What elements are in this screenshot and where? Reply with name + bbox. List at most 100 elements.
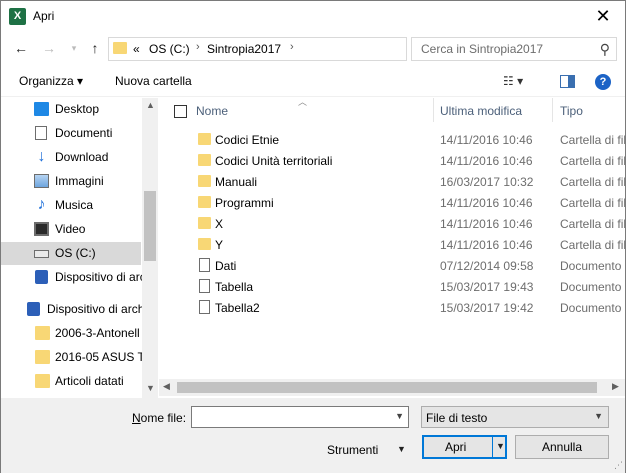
nav-item-folder[interactable]: 2016-05 ASUS Tr — [1, 346, 148, 369]
file-date: 15/03/2017 19:43 — [440, 280, 534, 294]
nav-item-pictures[interactable]: Immagini — [1, 170, 141, 193]
recent-locations-icon[interactable]: ▾ — [64, 38, 84, 58]
search-icon[interactable]: ⚲ — [600, 41, 610, 58]
search-input[interactable]: Cerca in Sintropia2017 — [421, 42, 543, 56]
select-all-checkbox[interactable] — [174, 105, 187, 118]
file-name: Tabella — [215, 280, 254, 294]
split-divider — [492, 437, 493, 457]
open-dialog: X Apri ✕ ← → ▾ ↑ « OS (C:) › Sintropia20… — [0, 0, 626, 473]
folder-icon — [113, 42, 127, 54]
new-folder-button[interactable]: Nuova cartella — [115, 74, 192, 88]
cancel-button[interactable]: Annulla — [515, 435, 609, 459]
nav-item-music[interactable]: ♪ Musica — [1, 194, 141, 217]
help-icon[interactable]: ? — [595, 74, 611, 90]
filetype-value: File di testo — [426, 411, 488, 425]
file-type: Cartella di fil — [560, 238, 625, 252]
folder-icon — [198, 196, 211, 208]
file-date: 14/11/2016 10:46 — [440, 196, 533, 210]
filename-field[interactable]: ▼ — [191, 406, 409, 428]
resize-grip-icon[interactable]: ⋰ — [614, 460, 623, 471]
breadcrumb-drive[interactable]: OS (C:) — [149, 42, 190, 56]
file-type: Cartella di fil — [560, 196, 625, 210]
nav-item-network-device[interactable]: Dispositivo di arc — [1, 266, 146, 289]
nav-item-label: Download — [55, 150, 109, 164]
nav-item-label: Dispositivo di arch — [47, 302, 145, 316]
breadcrumb-chevron-icon[interactable]: › — [196, 41, 200, 53]
horizontal-scrollbar[interactable]: ◀ ▶ — [159, 379, 625, 396]
breadcrumb-folder[interactable]: Sintropia2017 — [207, 42, 281, 56]
nav-item-label: Musica — [55, 198, 94, 212]
chevron-down-icon: ▼ — [594, 411, 603, 421]
nav-item-network-device-root[interactable]: Dispositivo di arch — [1, 298, 145, 321]
search-box[interactable]: Cerca in Sintropia2017 ⚲ — [411, 37, 617, 61]
scrollbar-thumb[interactable] — [144, 191, 156, 261]
nav-item-documents[interactable]: Documenti — [1, 122, 141, 145]
nav-item-downloads[interactable]: ↓ Download — [1, 146, 141, 169]
scroll-up-icon[interactable]: ▲ — [146, 100, 155, 110]
address-bar[interactable]: « OS (C:) › Sintropia2017 › ∨ ↻ — [108, 37, 503, 61]
chevron-down-icon[interactable]: ▼ — [496, 441, 505, 451]
back-arrow-icon[interactable]: ← — [11, 38, 31, 58]
file-row[interactable]: Tabella 15/03/2017 19:43 Documento — [159, 276, 625, 297]
column-modified[interactable]: Ultima modifica — [440, 104, 522, 118]
nav-item-folder[interactable]: 2006-3-Antonell — [1, 322, 141, 345]
scroll-right-icon[interactable]: ▶ — [612, 381, 619, 392]
file-type: Documento — [560, 280, 622, 294]
breadcrumb-overflow[interactable]: « — [133, 42, 140, 56]
file-date: 07/12/2014 09:58 — [440, 259, 534, 273]
file-date: 14/11/2016 10:46 — [440, 154, 533, 168]
pictures-icon — [34, 174, 49, 188]
view-options-icon[interactable]: ☷ ▾ — [503, 74, 523, 88]
file-name: Programmi — [215, 196, 274, 210]
scrollbar-thumb[interactable] — [177, 382, 597, 393]
file-name: Codici Unità territoriali — [215, 154, 333, 168]
forward-arrow-icon[interactable]: → — [39, 38, 59, 58]
column-divider[interactable] — [552, 98, 553, 122]
window-title: Apri — [33, 9, 55, 23]
file-row[interactable]: Manuali 16/03/2017 10:32 Cartella di fil — [159, 171, 625, 192]
nav-item-label: Articoli datati — [55, 374, 124, 388]
nav-item-label: 2016-05 ASUS Tr — [55, 350, 149, 364]
network-drive-icon — [35, 270, 48, 284]
nav-item-label: Dispositivo di arc — [55, 270, 146, 284]
breadcrumb-chevron-icon[interactable]: › — [290, 41, 294, 53]
file-row[interactable]: Programmi 14/11/2016 10:46 Cartella di f… — [159, 192, 625, 213]
file-type: Cartella di fil — [560, 217, 625, 231]
up-arrow-icon[interactable]: ↑ — [85, 38, 105, 58]
folder-icon — [198, 238, 211, 250]
scroll-left-icon[interactable]: ◀ — [163, 381, 170, 392]
scroll-down-icon[interactable]: ▼ — [146, 383, 155, 393]
column-name[interactable]: Nome — [196, 104, 228, 118]
column-type[interactable]: Tipo — [560, 104, 583, 118]
close-button[interactable]: ✕ — [581, 1, 625, 32]
nav-item-desktop[interactable]: Desktop — [1, 98, 141, 121]
file-row[interactable]: Codici Etnie 14/11/2016 10:46 Cartella d… — [159, 129, 625, 150]
file-row[interactable]: Codici Unità territoriali 14/11/2016 10:… — [159, 150, 625, 171]
chevron-down-icon[interactable]: ▼ — [395, 411, 404, 421]
nav-item-label: Immagini — [55, 174, 104, 188]
open-button[interactable]: Apri ▼ — [422, 435, 507, 459]
organize-button[interactable]: Organizza ▾ — [19, 74, 83, 88]
nav-item-label: Desktop — [55, 102, 100, 116]
file-row[interactable]: Dati 07/12/2014 09:58 Documento — [159, 255, 625, 276]
chevron-down-icon: ▼ — [397, 444, 406, 454]
preview-pane-icon[interactable] — [560, 75, 575, 88]
file-row[interactable]: Tabella2 15/03/2017 19:42 Documento — [159, 297, 625, 318]
column-header: ︿ Nome Ultima modifica Tipo — [159, 98, 625, 124]
navigation-pane: Desktop Documenti ↓ Download Immagini ♪ … — [1, 98, 158, 398]
file-row[interactable]: Y 14/11/2016 10:46 Cartella di fil — [159, 234, 625, 255]
filetype-select[interactable]: File di testo ▼ — [421, 406, 609, 428]
excel-app-icon: X — [9, 8, 26, 25]
nav-item-video[interactable]: Video — [1, 218, 141, 241]
column-divider[interactable] — [433, 98, 434, 122]
folder-icon — [35, 350, 50, 364]
nav-item-os-drive[interactable]: OS (C:) — [1, 242, 141, 265]
nav-scrollbar[interactable]: ▲ ▼ — [142, 98, 158, 398]
text-document-icon — [199, 300, 210, 314]
file-row[interactable]: X 14/11/2016 10:46 Cartella di fil — [159, 213, 625, 234]
desktop-icon — [34, 102, 49, 116]
nav-item-folder[interactable]: Articoli datati — [1, 370, 141, 393]
tools-button[interactable]: Strumenti ▼ — [327, 439, 413, 461]
file-name: X — [215, 217, 224, 231]
file-type: Documento — [560, 301, 622, 315]
